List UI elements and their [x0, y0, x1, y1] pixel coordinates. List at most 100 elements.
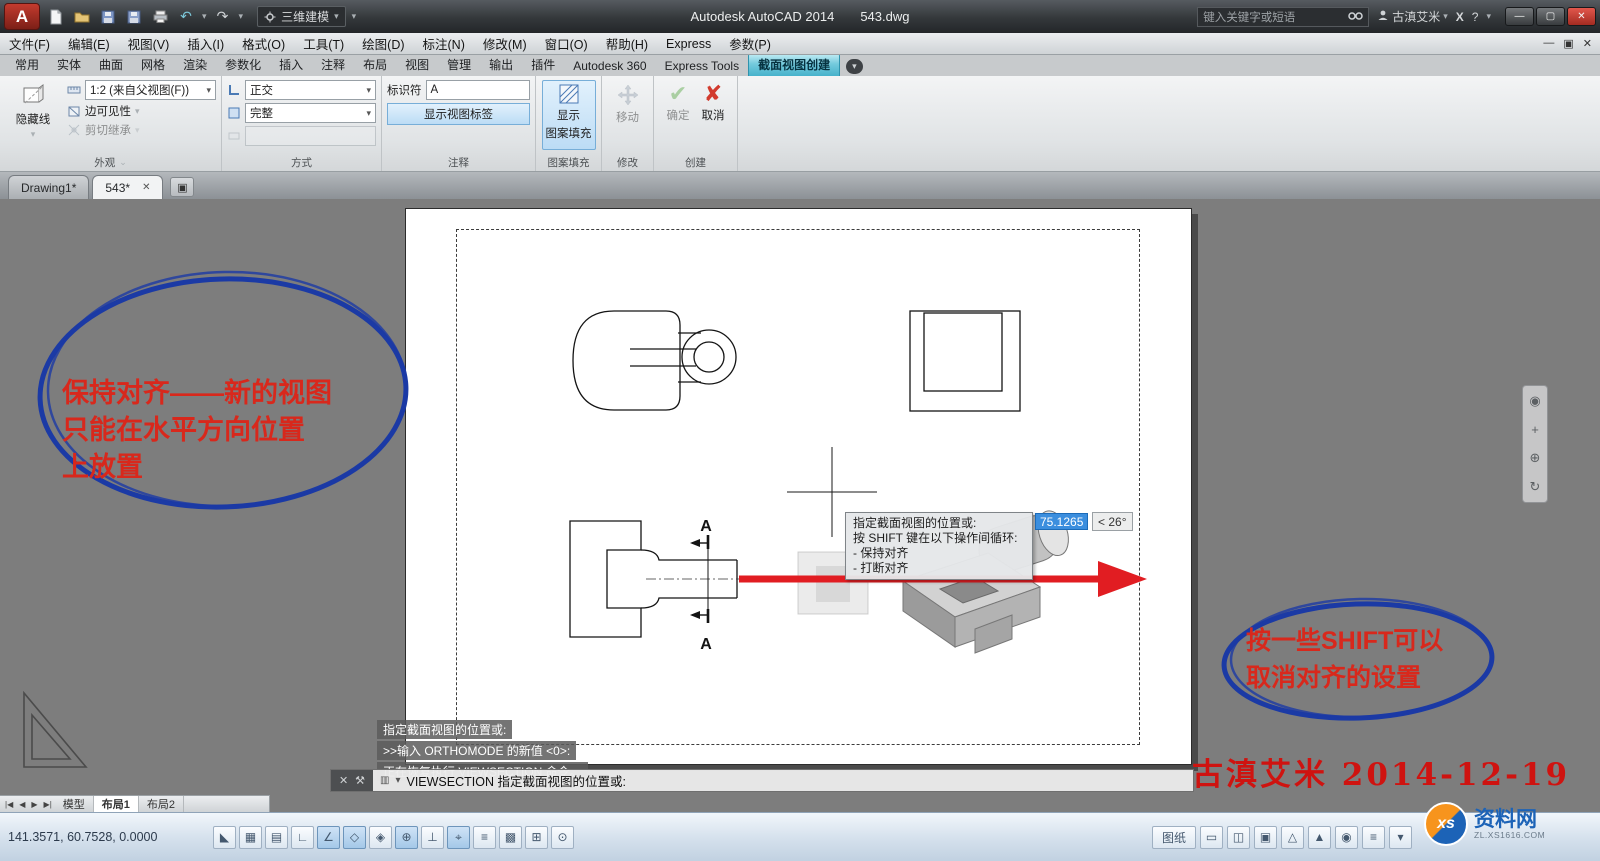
- menu-edit[interactable]: 编辑(E): [59, 33, 119, 54]
- sign-in-control[interactable]: 古滇艾米 ▾: [1377, 8, 1448, 25]
- status-menu-icon[interactable]: ▾: [1389, 826, 1412, 849]
- menu-express[interactable]: Express: [657, 33, 720, 54]
- show-hatch-toggle[interactable]: 显示 图案填充: [542, 80, 596, 150]
- ribbon-tab-express-tools[interactable]: Express Tools: [656, 57, 748, 76]
- ribbon-tab-surface[interactable]: 曲面: [90, 54, 132, 76]
- ribbon-tab-home[interactable]: 常用: [6, 54, 48, 76]
- ribbon-tab-render[interactable]: 渲染: [174, 54, 216, 76]
- menu-window[interactable]: 窗口(O): [536, 33, 597, 54]
- ortho-toggle[interactable]: ∟: [291, 826, 314, 849]
- panel-method-title[interactable]: 方式: [222, 155, 381, 170]
- menu-parametric[interactable]: 参数(P): [720, 33, 780, 54]
- application-menu-button[interactable]: A: [4, 3, 40, 30]
- redo-dropdown-icon[interactable]: ▾: [239, 11, 244, 22]
- panel-annotation-title[interactable]: 注释: [382, 155, 535, 170]
- new-drawing-tab-button[interactable]: ▣: [170, 177, 194, 197]
- edge-visibility-row[interactable]: 边可见性 ▾: [67, 103, 216, 119]
- menu-tools[interactable]: 工具(T): [294, 33, 353, 54]
- ui-lock-icon[interactable]: ≡: [1362, 826, 1385, 849]
- workspace-switcher[interactable]: 三维建模 ▾: [257, 6, 346, 27]
- grid-toggle[interactable]: ▤: [265, 826, 288, 849]
- object-snap-tracking-toggle[interactable]: ⊕: [395, 826, 418, 849]
- ribbon-tab-mesh[interactable]: 网格: [132, 54, 174, 76]
- new-file-icon[interactable]: [46, 7, 66, 27]
- menu-help[interactable]: 帮助(H): [597, 33, 657, 54]
- annotation-scale-icon[interactable]: △: [1281, 826, 1304, 849]
- transparency-toggle[interactable]: ▩: [499, 826, 522, 849]
- customize-wrench-icon[interactable]: ⚒: [355, 774, 365, 787]
- binoculars-search-icon[interactable]: [1348, 10, 1363, 24]
- dynamic-ucs-toggle[interactable]: ⊥: [421, 826, 444, 849]
- pan-icon[interactable]: +: [1531, 422, 1539, 437]
- undo-icon[interactable]: ↶: [176, 7, 196, 27]
- undo-dropdown-icon[interactable]: ▾: [202, 11, 207, 22]
- recent-commands-icon[interactable]: ▥: [380, 775, 389, 786]
- projection-select[interactable]: 正交 ▾: [245, 80, 376, 100]
- maximize-button[interactable]: ▢: [1536, 7, 1565, 26]
- panel-create-title[interactable]: 创建: [654, 155, 737, 170]
- open-folder-icon[interactable]: [72, 7, 92, 27]
- dynamic-input-toggle[interactable]: ⌖: [447, 826, 470, 849]
- redo-icon[interactable]: ↷: [213, 7, 233, 27]
- layout-nav-last-icon[interactable]: ▶|: [41, 800, 55, 809]
- menu-view[interactable]: 视图(V): [119, 33, 179, 54]
- cancel-button[interactable]: ✘ 取消: [698, 80, 729, 155]
- ribbon-tab-parametric[interactable]: 参数化: [216, 54, 270, 76]
- qat-overflow-icon[interactable]: ▾: [352, 11, 357, 22]
- help-icon[interactable]: ?: [1472, 10, 1479, 24]
- infer-constraints-toggle[interactable]: ◣: [213, 826, 236, 849]
- ribbon-tab-output[interactable]: 输出: [480, 54, 522, 76]
- menu-format[interactable]: 格式(O): [233, 33, 294, 54]
- close-button[interactable]: ✕: [1567, 7, 1596, 26]
- layout-tab-layout1[interactable]: 布局1: [94, 796, 139, 812]
- minimize-button[interactable]: —: [1505, 7, 1534, 26]
- menu-insert[interactable]: 插入(I): [178, 33, 233, 54]
- menu-file[interactable]: 文件(F): [0, 33, 59, 54]
- ribbon-display-toggle[interactable]: ▾: [846, 59, 863, 74]
- lineweight-toggle[interactable]: ≡: [473, 826, 496, 849]
- file-tab-543[interactable]: 543* ✕: [92, 175, 163, 199]
- annotation-visibility-icon[interactable]: ▲: [1308, 826, 1331, 849]
- polar-tracking-toggle[interactable]: ∠: [317, 826, 340, 849]
- panel-appearance-title[interactable]: 外观 ⌄: [0, 155, 221, 170]
- command-line[interactable]: ✕ ⚒ ▥ ▾ VIEWSECTION 指定截面视图的位置或:: [330, 769, 1194, 792]
- ribbon-tab-section-view-creation[interactable]: 截面视图创建: [748, 53, 840, 76]
- show-view-label-button[interactable]: 显示视图标签: [387, 103, 530, 125]
- quick-view-drawings-icon[interactable]: ▣: [1254, 826, 1277, 849]
- selection-cycling-toggle[interactable]: ⊙: [551, 826, 574, 849]
- layout-tab-layout2[interactable]: 布局2: [139, 796, 184, 812]
- file-tab-close-icon[interactable]: ✕: [142, 182, 150, 193]
- ribbon-tab-autodesk360[interactable]: Autodesk 360: [564, 57, 655, 76]
- menu-draw[interactable]: 绘图(D): [353, 33, 413, 54]
- quick-properties-toggle[interactable]: ⊞: [525, 826, 548, 849]
- layout-tab-model[interactable]: 模型: [55, 796, 94, 812]
- object-snap-toggle[interactable]: ◇: [343, 826, 366, 849]
- help-dropdown-icon[interactable]: ▾: [1486, 11, 1491, 22]
- layout-nav-first-icon[interactable]: |◀: [2, 800, 16, 809]
- depth-select[interactable]: 完整 ▾: [245, 103, 376, 123]
- save-as-icon[interactable]: [124, 7, 144, 27]
- model-paper-toggle-icon[interactable]: ▭: [1200, 826, 1223, 849]
- doc-minimize-icon[interactable]: —: [1543, 37, 1554, 50]
- ribbon-tab-layout[interactable]: 布局: [354, 54, 396, 76]
- paper-space-button[interactable]: 图纸: [1152, 826, 1196, 849]
- hidden-lines-button[interactable]: 隐藏线 ▾: [5, 80, 61, 155]
- help-search-input[interactable]: 键入关键字或短语: [1197, 7, 1369, 27]
- menu-dimension[interactable]: 标注(N): [414, 33, 474, 54]
- panel-hatch-title[interactable]: 图案填充: [536, 155, 601, 170]
- identifier-input[interactable]: A: [426, 80, 531, 100]
- ribbon-tab-view[interactable]: 视图: [396, 54, 438, 76]
- layout-nav-next-icon[interactable]: ▶: [28, 800, 40, 809]
- ribbon-tab-manage[interactable]: 管理: [438, 54, 480, 76]
- command-input-area[interactable]: ▥ ▾ VIEWSECTION 指定截面视图的位置或:: [373, 770, 626, 791]
- snap-toggle[interactable]: ▦: [239, 826, 262, 849]
- command-close-icon[interactable]: ✕: [339, 774, 348, 787]
- exchange-apps-icon[interactable]: X: [1456, 10, 1464, 24]
- menu-modify[interactable]: 修改(M): [474, 33, 536, 54]
- plot-icon[interactable]: [150, 7, 170, 27]
- quick-view-layouts-icon[interactable]: ◫: [1227, 826, 1250, 849]
- recent-commands-dropdown-icon[interactable]: ▾: [395, 775, 400, 786]
- save-icon[interactable]: [98, 7, 118, 27]
- orbit-icon[interactable]: ↻: [1530, 479, 1541, 495]
- view-scale-select[interactable]: 1:2 (来自父视图(F)) ▾: [85, 80, 216, 100]
